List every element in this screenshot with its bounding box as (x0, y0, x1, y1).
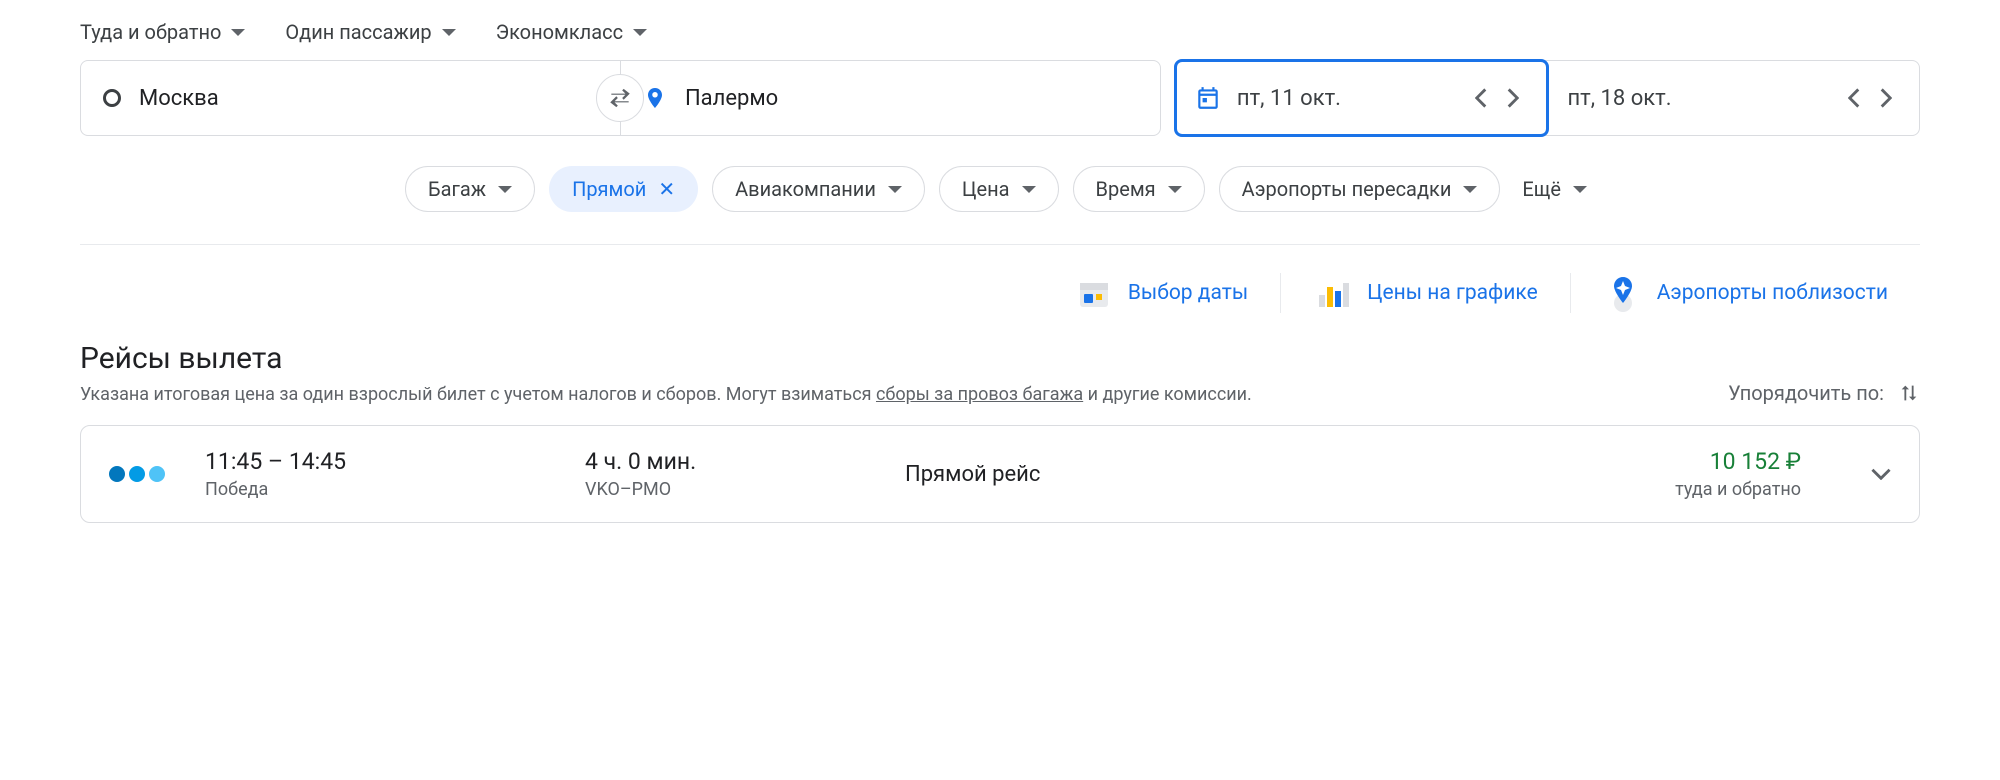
filter-connecting-airports-chip[interactable]: Аэропорты пересадки (1219, 166, 1501, 212)
expand-button[interactable] (1871, 468, 1891, 480)
calendar-grid-icon (1074, 273, 1114, 313)
chevron-down-icon (633, 29, 647, 36)
chevron-left-icon (1848, 88, 1860, 108)
baggage-fees-link[interactable]: сборы за провоз багажа (876, 384, 1083, 405)
flight-result-row[interactable]: 11:45 – 14:45 Победа 4 ч. 0 мин. VKO–PMO… (80, 425, 1920, 523)
time-separator: – (268, 448, 283, 475)
filter-more-button[interactable]: Ещё (1514, 167, 1595, 211)
departure-time: 11:45 (205, 448, 262, 475)
arrival-time: 14:45 (289, 448, 346, 475)
logo-dot (129, 466, 145, 482)
origin-icon (103, 89, 121, 107)
chevron-right-icon (1880, 88, 1892, 108)
calendar-icon (1195, 85, 1221, 111)
bar-chart-icon (1313, 273, 1353, 313)
swap-button[interactable] (596, 74, 644, 122)
flight-route: VKO–PMO (585, 479, 865, 500)
chevron-down-icon (498, 186, 512, 193)
chevron-down-icon (1573, 186, 1587, 193)
logo-dot (149, 466, 165, 482)
origin-input[interactable]: Москва (80, 60, 621, 136)
location-pin-icon (643, 83, 667, 113)
filter-bags-label: Багаж (428, 177, 486, 201)
logo-dot (109, 466, 125, 482)
cabin-class-select[interactable]: Экономкласс (496, 20, 647, 44)
destination-input[interactable]: Палермо (620, 60, 1161, 136)
trip-type-select[interactable]: Туда и обратно (80, 20, 245, 44)
sort-label: Упорядочить по: (1728, 381, 1884, 405)
swap-icon (607, 87, 633, 109)
airport-pin-icon (1603, 273, 1643, 313)
filter-connecting-airports-label: Аэропорты пересадки (1242, 177, 1452, 201)
airline-name: Победа (205, 479, 545, 500)
trip-type-label: Туда и обратно (80, 20, 221, 44)
filter-stops-chip[interactable]: Прямой ✕ (549, 166, 698, 212)
return-date-value: пт, 18 окт. (1567, 86, 1671, 111)
filter-more-label: Ещё (1522, 177, 1561, 201)
airline-logo (109, 466, 165, 482)
filter-stops-label: Прямой (572, 177, 646, 201)
depart-date-value: пт, 11 окт. (1237, 86, 1341, 111)
chevron-down-icon (231, 29, 245, 36)
depart-date-field[interactable]: пт, 11 окт. (1174, 59, 1550, 137)
cabin-class-label: Экономкласс (496, 20, 623, 44)
depart-next-button[interactable] (1498, 83, 1528, 113)
chevron-down-icon (1463, 186, 1477, 193)
flight-times: 11:45 – 14:45 (205, 448, 545, 475)
flight-stops: Прямой рейс (905, 462, 1205, 487)
nearby-airports-label: Аэропорты поблизости (1657, 281, 1888, 305)
flight-price: 10 152 ₽ (1675, 448, 1801, 475)
origin-value: Москва (139, 86, 219, 111)
chevron-down-icon (1168, 186, 1182, 193)
filter-bags-chip[interactable]: Багаж (405, 166, 535, 212)
filter-time-chip[interactable]: Время (1073, 166, 1205, 212)
price-graph-label: Цены на графике (1367, 281, 1538, 305)
destination-value: Палермо (685, 86, 778, 111)
results-subtitle-b: и другие комиссии. (1083, 384, 1252, 405)
passengers-label: Один пассажир (285, 20, 431, 44)
chevron-right-icon (1507, 88, 1519, 108)
nearby-airports-link[interactable]: Аэропорты поблизости (1570, 273, 1920, 313)
price-graph-link[interactable]: Цены на графике (1280, 273, 1570, 313)
sort-icon (1898, 382, 1920, 404)
return-date-field[interactable]: пт, 18 окт. (1549, 61, 1919, 135)
filter-price-label: Цена (962, 177, 1010, 201)
filter-price-chip[interactable]: Цена (939, 166, 1059, 212)
results-subtitle-a: Указана итоговая цена за один взрослый б… (80, 384, 876, 405)
chevron-down-icon (888, 186, 902, 193)
filter-airlines-chip[interactable]: Авиакомпании (712, 166, 925, 212)
flight-duration: 4 ч. 0 мин. (585, 448, 865, 475)
price-trip-type: туда и обратно (1675, 479, 1801, 500)
chevron-left-icon (1475, 88, 1487, 108)
chevron-down-icon (1022, 186, 1036, 193)
date-grid-label: Выбор даты (1128, 281, 1248, 305)
return-prev-button[interactable] (1839, 83, 1869, 113)
results-title: Рейсы вылета (80, 341, 1252, 376)
sort-select[interactable]: Упорядочить по: (1728, 381, 1920, 405)
close-icon[interactable]: ✕ (658, 177, 675, 201)
chevron-down-icon (442, 29, 456, 36)
return-next-button[interactable] (1871, 83, 1901, 113)
filter-airlines-label: Авиакомпании (735, 177, 876, 201)
chevron-down-icon (1871, 468, 1891, 480)
filter-time-label: Время (1096, 177, 1156, 201)
results-subtitle: Указана итоговая цена за один взрослый б… (80, 384, 1252, 405)
passengers-select[interactable]: Один пассажир (285, 20, 455, 44)
date-grid-link[interactable]: Выбор даты (1042, 273, 1280, 313)
date-range-input[interactable]: пт, 11 окт. пт, 18 окт. (1175, 60, 1920, 136)
depart-prev-button[interactable] (1466, 83, 1496, 113)
